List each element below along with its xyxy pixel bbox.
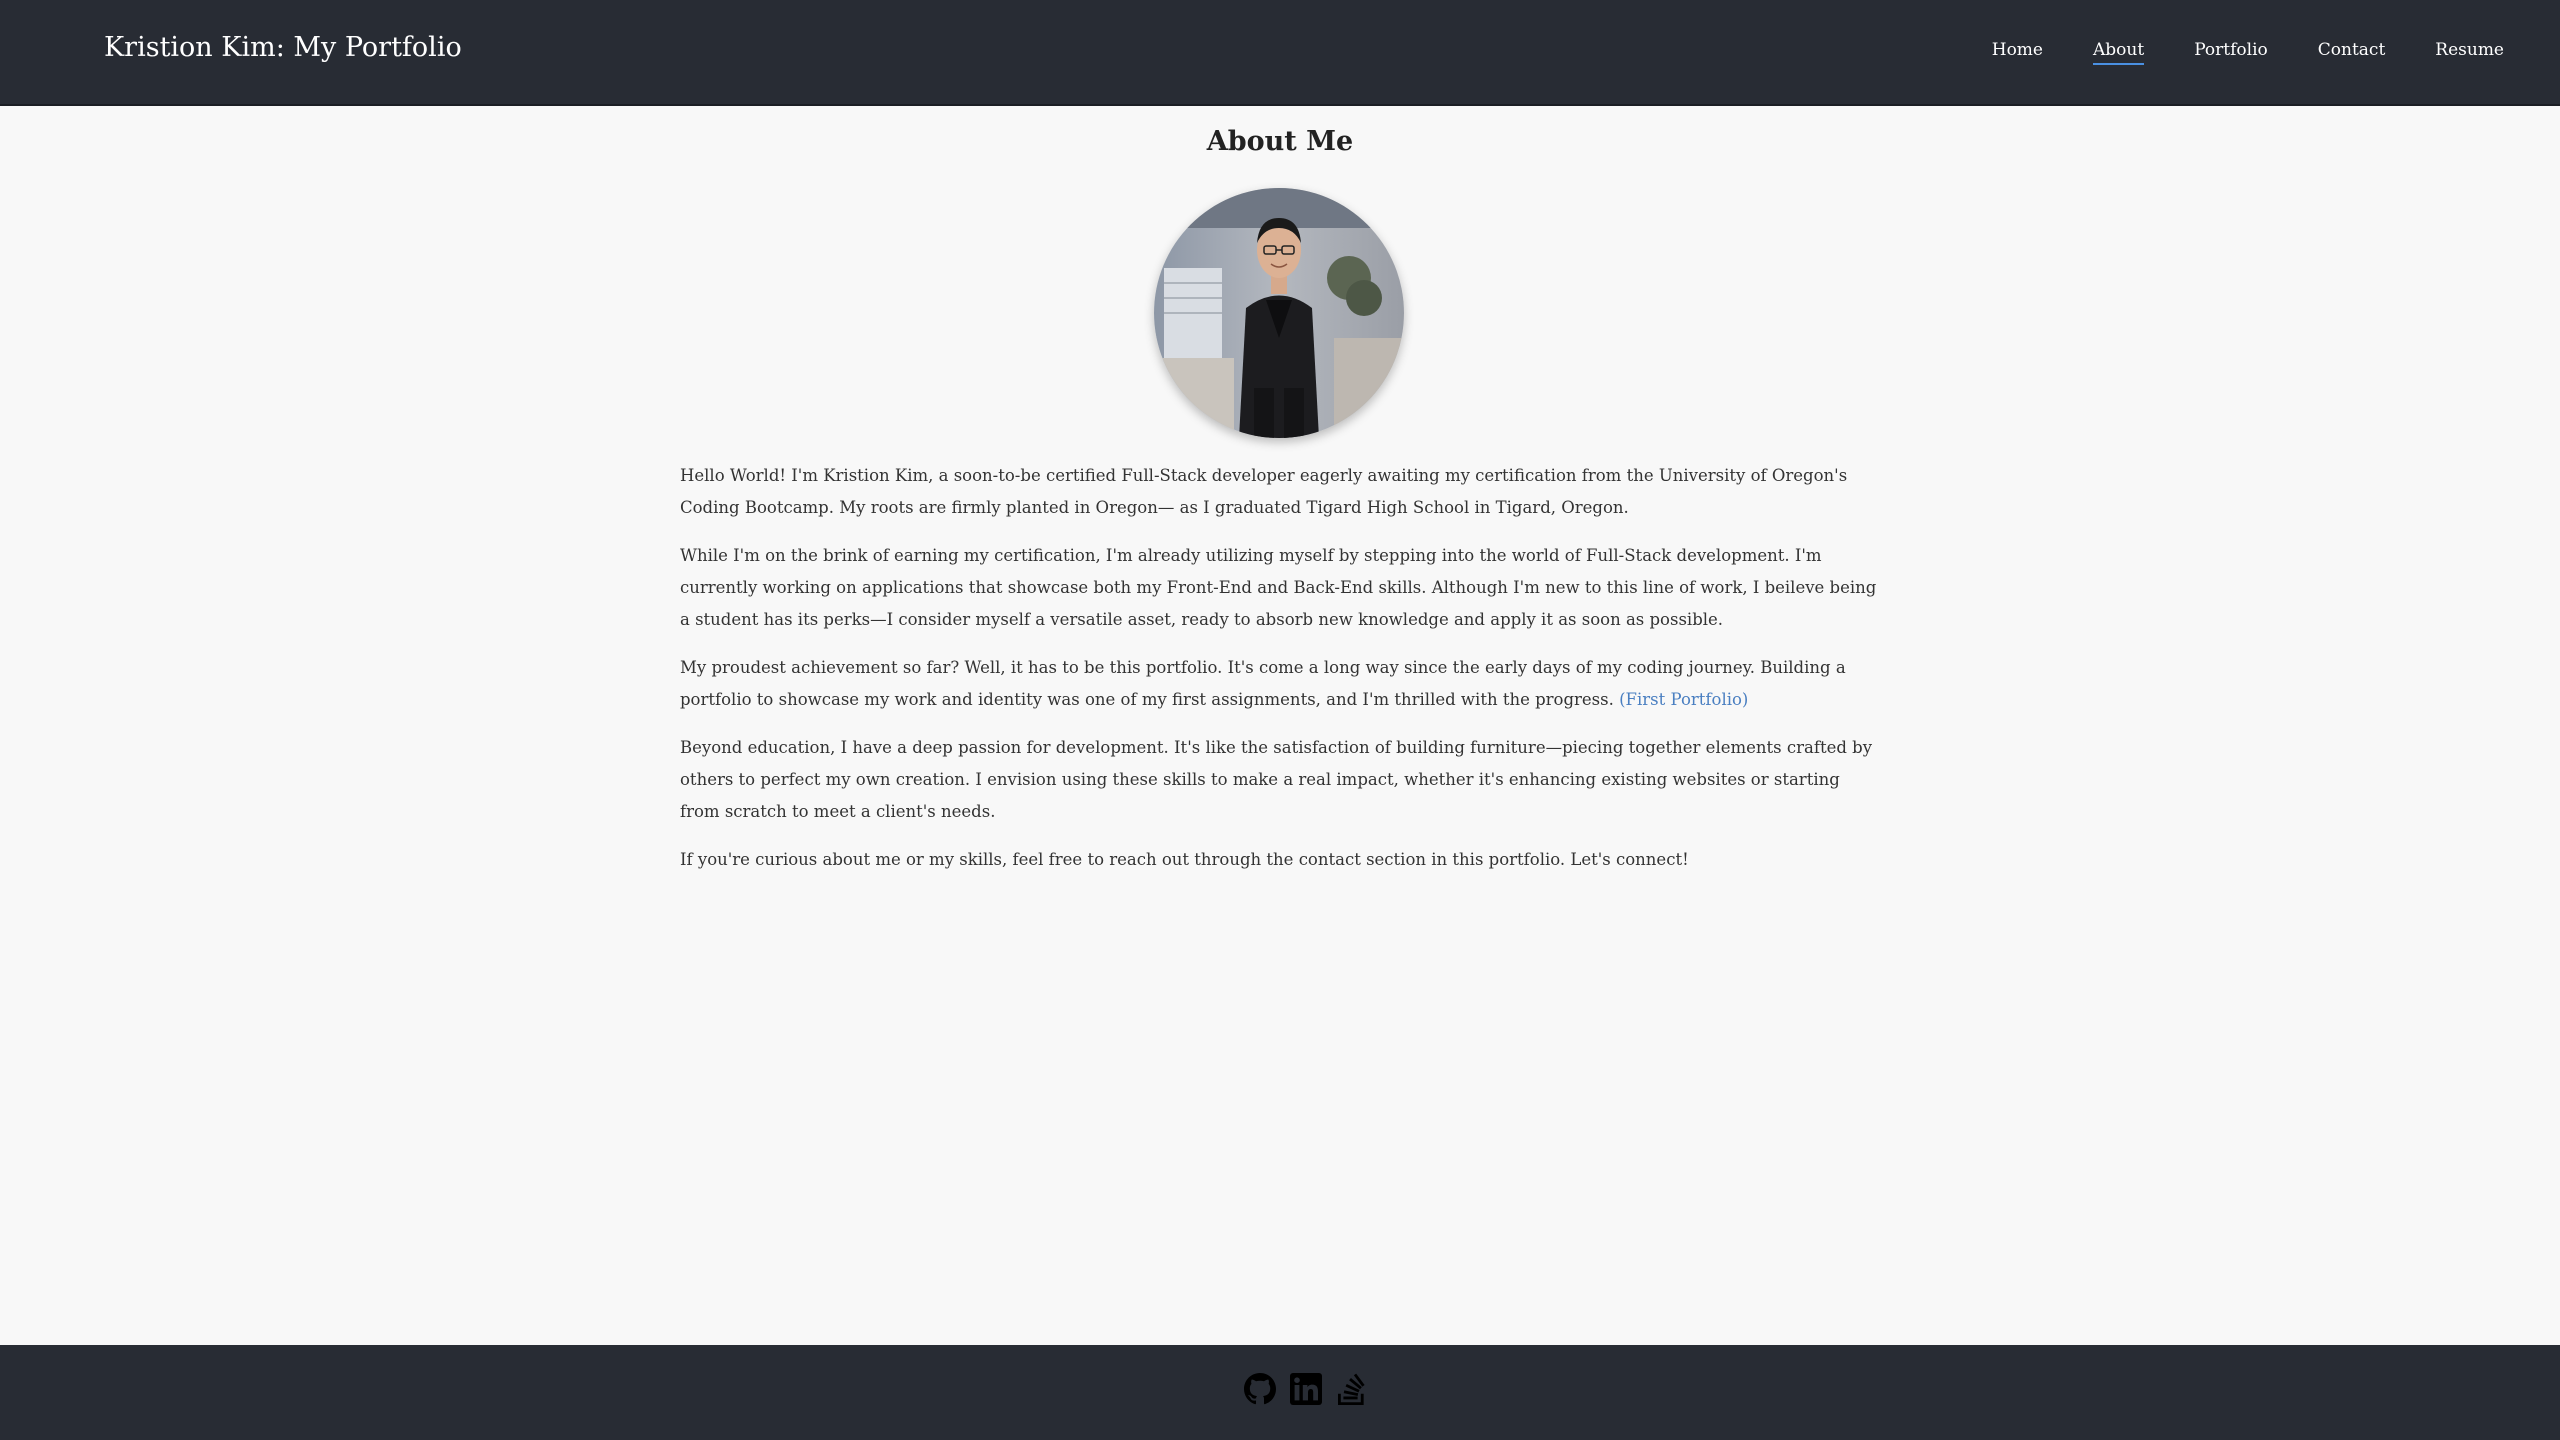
about-paragraph-4: Beyond education, I have a deep passion … xyxy=(680,738,1873,821)
about-paragraph-1: Hello World! I'm Kristion Kim, a soon-to… xyxy=(680,466,1848,517)
nav-link-contact[interactable]: Contact xyxy=(2318,40,2386,65)
github-icon[interactable] xyxy=(1244,1373,1276,1405)
nav-link-about[interactable]: About xyxy=(2093,40,2145,65)
nav-link-home[interactable]: Home xyxy=(1992,40,2043,65)
profile-photo-image xyxy=(1154,188,1404,438)
about-text: Hello World! I'm Kristion Kim, a soon-to… xyxy=(680,460,1880,892)
page: Kristion Kim: My Portfolio Home About Po… xyxy=(0,0,2560,1440)
about-paragraph-3: My proudest achievement so far? Well, it… xyxy=(680,652,1880,716)
footer xyxy=(0,1345,2560,1440)
top-navbar: Kristion Kim: My Portfolio Home About Po… xyxy=(0,0,2560,106)
first-portfolio-link[interactable]: (First Portfolio) xyxy=(1619,690,1748,709)
social-links xyxy=(1244,1373,1368,1405)
nav-link-resume[interactable]: Resume xyxy=(2435,40,2504,65)
nav-link-portfolio[interactable]: Portfolio xyxy=(2194,40,2268,65)
linkedin-icon[interactable] xyxy=(1290,1373,1322,1405)
about-paragraph-2: While I'm on the brink of earning my cer… xyxy=(680,546,1877,629)
main-nav: Home About Portfolio Contact Resume xyxy=(1992,40,2504,65)
site-brand-link[interactable]: Kristion Kim: My Portfolio xyxy=(104,32,462,63)
stackoverflow-icon[interactable] xyxy=(1336,1373,1368,1405)
about-section: About Me Hello World! I'm Kristion Kim, … xyxy=(0,106,2560,1345)
profile-photo xyxy=(1154,188,1404,438)
about-paragraph-5: If you're curious about me or my skills,… xyxy=(680,850,1689,869)
page-title: About Me xyxy=(1206,126,1354,157)
